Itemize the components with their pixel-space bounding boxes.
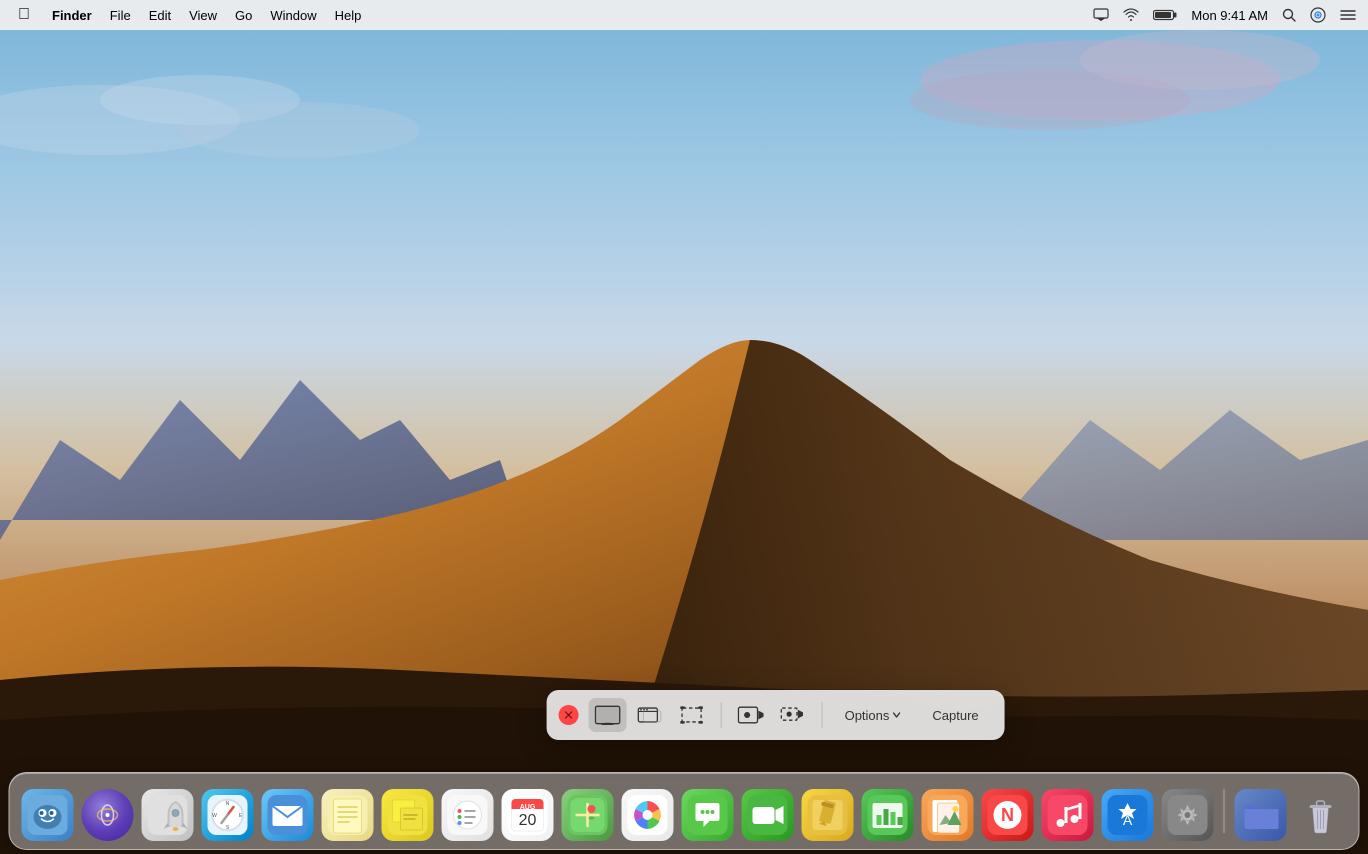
dock-siri[interactable] (80, 787, 136, 843)
folder-icon (1235, 789, 1287, 841)
capture-button[interactable]: Capture (918, 698, 992, 732)
view-menu[interactable]: View (181, 6, 225, 25)
record-selection-button[interactable] (774, 698, 812, 732)
svg-text:20: 20 (519, 812, 537, 829)
safari-icon: N S W E (202, 789, 254, 841)
grapher-icon (802, 789, 854, 841)
system-preferences-icon (1162, 789, 1214, 841)
svg-text:N: N (1001, 805, 1014, 825)
music-icon (1042, 789, 1094, 841)
maps-icon (562, 789, 614, 841)
wifi-icon[interactable] (1119, 6, 1143, 24)
appstore-icon: A (1102, 789, 1154, 841)
notes-icon (322, 789, 374, 841)
notification-icon[interactable] (1336, 6, 1360, 24)
svg-text:W: W (212, 813, 217, 819)
record-screen-button[interactable] (732, 698, 770, 732)
dock-photos[interactable] (620, 787, 676, 843)
dock-messages[interactable] (680, 787, 736, 843)
close-button[interactable] (559, 705, 579, 725)
menubar-right: Mon 9:41 AM (1089, 5, 1360, 25)
dock-maps[interactable] (560, 787, 616, 843)
finder-icon (22, 789, 74, 841)
file-menu[interactable]: File (102, 6, 139, 25)
capture-window-button[interactable] (631, 698, 669, 732)
dock-facetime[interactable] (740, 787, 796, 843)
toolbar-separator-1 (721, 702, 722, 728)
apple-menu[interactable]:  (8, 4, 40, 26)
search-icon[interactable] (1278, 6, 1300, 24)
airplay-icon[interactable] (1089, 6, 1113, 24)
datetime[interactable]: Mon 9:41 AM (1187, 6, 1272, 25)
dock-grapher[interactable] (800, 787, 856, 843)
toolbar-separator-2 (822, 702, 823, 728)
numbers-icon (862, 789, 914, 841)
dock-trash[interactable] (1293, 787, 1349, 843)
svg-text:N: N (226, 801, 230, 807)
dock-preview[interactable] (920, 787, 976, 843)
dock-launchpad[interactable] (140, 787, 196, 843)
dock: N S W E (9, 772, 1360, 850)
menubar-left:  Finder File Edit View Go Window Help (8, 4, 369, 26)
screenshot-toolbar: Options Capture (547, 690, 1005, 740)
dock-calendar[interactable]: AUG 20 (500, 787, 556, 843)
trash-icon (1295, 789, 1347, 841)
calendar-icon: AUG 20 (502, 789, 554, 841)
window-menu[interactable]: Window (262, 6, 324, 25)
go-menu[interactable]: Go (227, 6, 260, 25)
dock-reminders[interactable] (440, 787, 496, 843)
dock-stickies[interactable] (380, 787, 436, 843)
menubar:  Finder File Edit View Go Window Help (0, 0, 1368, 30)
dock-music[interactable] (1040, 787, 1096, 843)
help-menu[interactable]: Help (327, 6, 370, 25)
options-label: Options (845, 708, 890, 723)
finder-menu[interactable]: Finder (44, 6, 100, 25)
reminders-icon (442, 789, 494, 841)
dock-finder[interactable] (20, 787, 76, 843)
capture-entire-screen-button[interactable] (589, 698, 627, 732)
siri-icon (82, 789, 134, 841)
dock-system-preferences[interactable] (1160, 787, 1216, 843)
capture-label: Capture (932, 708, 978, 723)
stickies-icon (382, 789, 434, 841)
battery-icon[interactable] (1149, 7, 1181, 23)
dock-news[interactable]: N (980, 787, 1036, 843)
dock-separator (1224, 789, 1225, 833)
dock-safari[interactable]: N S W E (200, 787, 256, 843)
photos-icon (622, 789, 674, 841)
dock-notes[interactable] (320, 787, 376, 843)
mail-icon (262, 789, 314, 841)
capture-selection-button[interactable] (673, 698, 711, 732)
dock-appstore[interactable]: A (1100, 787, 1156, 843)
edit-menu[interactable]: Edit (141, 6, 179, 25)
facetime-icon (742, 789, 794, 841)
options-button[interactable]: Options (835, 698, 911, 732)
svg-text:A: A (1123, 812, 1133, 828)
dock-numbers[interactable] (860, 787, 916, 843)
siri-icon[interactable] (1306, 5, 1330, 25)
svg-text:AUG: AUG (520, 804, 536, 811)
news-icon: N (982, 789, 1034, 841)
launchpad-icon (142, 789, 194, 841)
dock-folder[interactable] (1233, 787, 1289, 843)
messages-icon (682, 789, 734, 841)
dock-mail[interactable] (260, 787, 316, 843)
preview-icon (922, 789, 974, 841)
